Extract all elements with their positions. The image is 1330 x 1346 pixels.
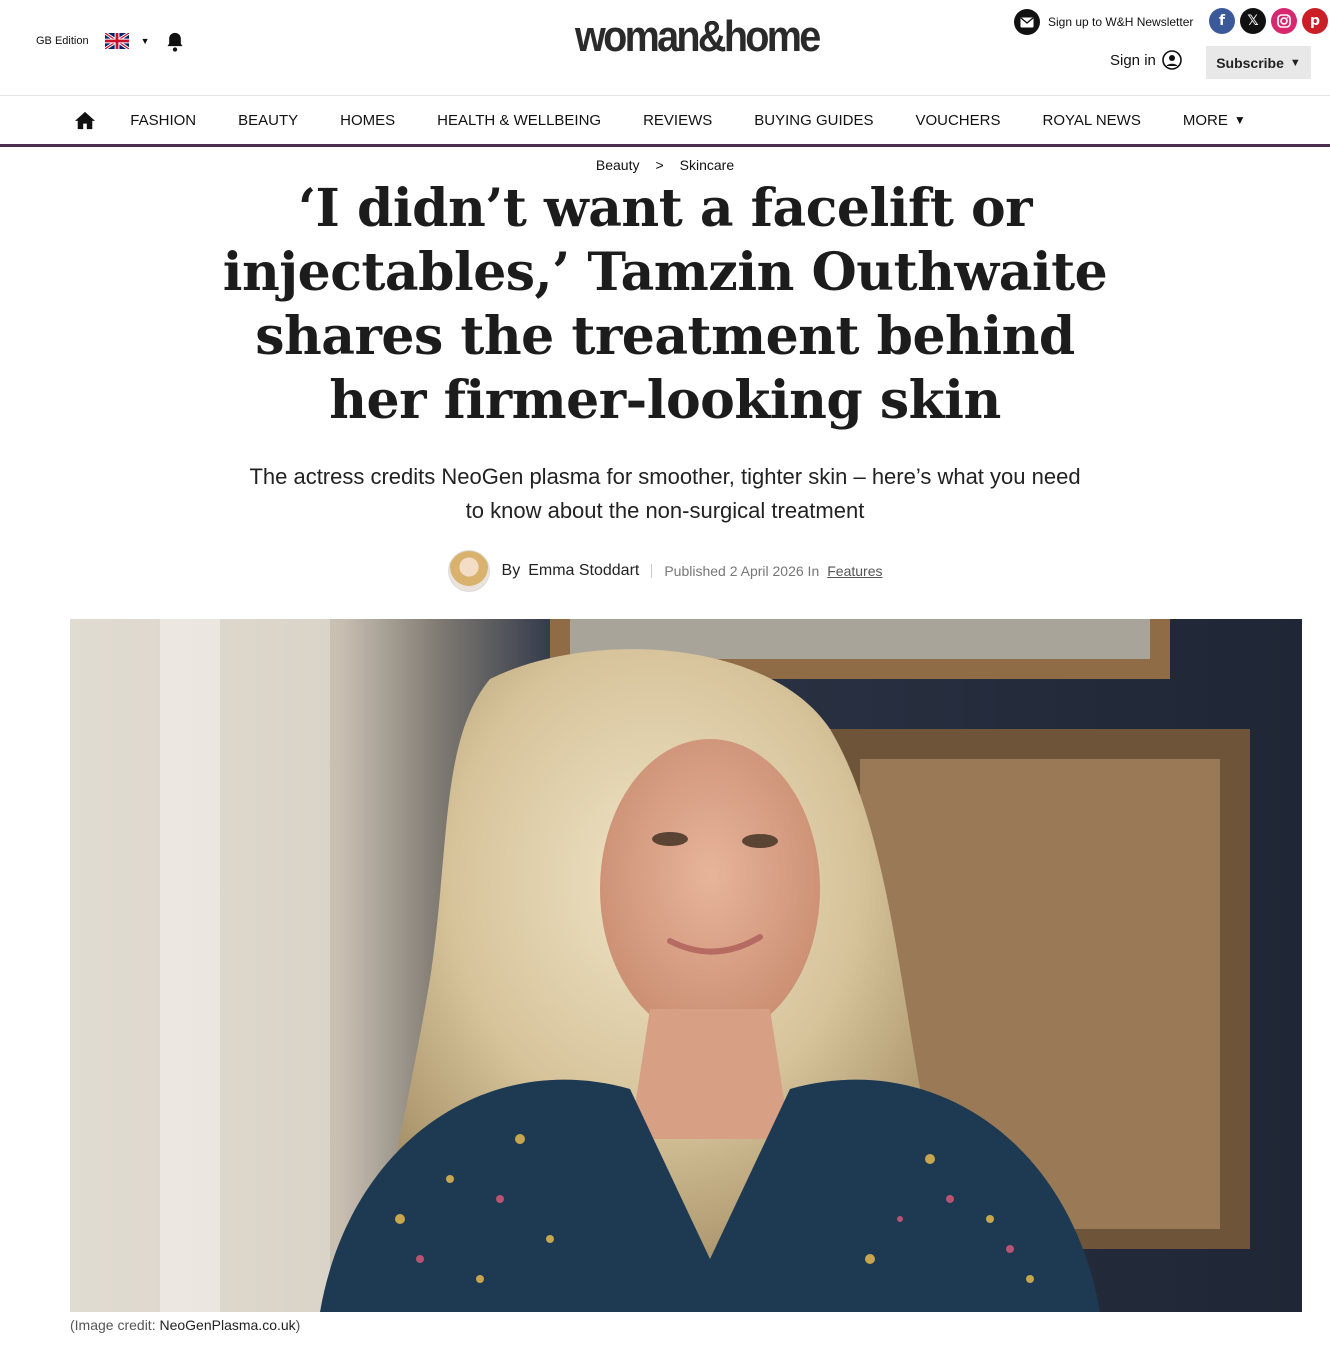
nav-more-menu[interactable]: More ▼ [1183,112,1246,129]
nav-item-health-wellbeing[interactable]: Health & Wellbeing [437,112,601,129]
facebook-icon[interactable]: f [1209,8,1235,34]
x-icon[interactable]: 𝕏 [1240,8,1266,34]
nav-item-vouchers[interactable]: Vouchers [915,112,1000,129]
author-prefix: By [501,562,521,579]
uk-flag-icon [104,33,129,49]
social-links: f 𝕏 p [1209,8,1328,34]
image-credit: (Image credit: NeoGenPlasma.co.uk) [70,1317,300,1333]
author-avatar[interactable] [447,550,490,592]
nav-item-homes[interactable]: Homes [340,112,395,129]
article-standfirst: The actress credits NeoGen plasma for sm… [249,464,1081,523]
author-name[interactable]: Emma Stoddart [528,562,639,580]
article-headline: ‘I didn’t want a facelift or injectables… [222,178,1108,431]
category-link[interactable]: Features [827,563,882,579]
nav-item-fashion[interactable]: Fashion [130,112,196,129]
sign-in-link[interactable]: Sign in [1110,50,1182,70]
image-credit-suffix: ) [295,1317,301,1333]
nav-more-label: More [1182,111,1228,129]
breadcrumb-skincare[interactable]: Skincare [680,157,734,173]
nav-item-reviews[interactable]: Reviews [643,112,712,129]
breadcrumb: Beauty > Skincare [0,157,1330,173]
home-icon[interactable] [74,110,96,130]
hero-photo-illustration [70,619,1302,1312]
site-header: GB Edition ▼ woman&home Sign up to W&H N… [0,0,1330,96]
hero-image [70,619,1302,1312]
edition-label: GB Edition [36,35,89,47]
mail-icon [1014,9,1040,35]
user-icon [1162,50,1182,70]
image-credit-prefix: (Image credit: [70,1317,156,1333]
instagram-icon[interactable] [1271,8,1297,34]
byline-divider [651,564,653,578]
edition-selector[interactable]: GB Edition ▼ [36,33,150,49]
chevron-down-icon: ▼ [1233,113,1246,127]
main-navigation: Fashion Beauty Homes Health & Wellbeing … [0,96,1330,147]
notification-bell-icon[interactable] [165,31,185,53]
pinterest-icon[interactable]: p [1302,8,1328,34]
image-credit-source: NeoGenPlasma.co.uk [159,1317,296,1333]
breadcrumb-separator: > [655,157,664,173]
subscribe-label: Subscribe [1216,54,1284,71]
nav-item-royal-news[interactable]: Royal News [1042,112,1140,129]
nav-item-buying-guides[interactable]: Buying Guides [754,112,873,129]
published-date: Published 2 April 2026 In [664,563,820,579]
newsletter-label: Sign up to W&H Newsletter [1048,15,1194,29]
chevron-down-icon: ▼ [1289,56,1301,69]
breadcrumb-beauty[interactable]: Beauty [596,157,640,173]
article-byline: By Emma Stoddart Published 2 April 2026 … [0,550,1330,592]
sign-in-label: Sign in [1110,51,1156,69]
site-logo[interactable]: woman&home [575,12,821,62]
nav-item-beauty[interactable]: Beauty [238,112,298,129]
chevron-down-icon: ▼ [140,36,150,46]
subscribe-button[interactable]: Subscribe ▼ [1206,46,1311,79]
newsletter-signup-link[interactable]: Sign up to W&H Newsletter [1014,9,1193,35]
